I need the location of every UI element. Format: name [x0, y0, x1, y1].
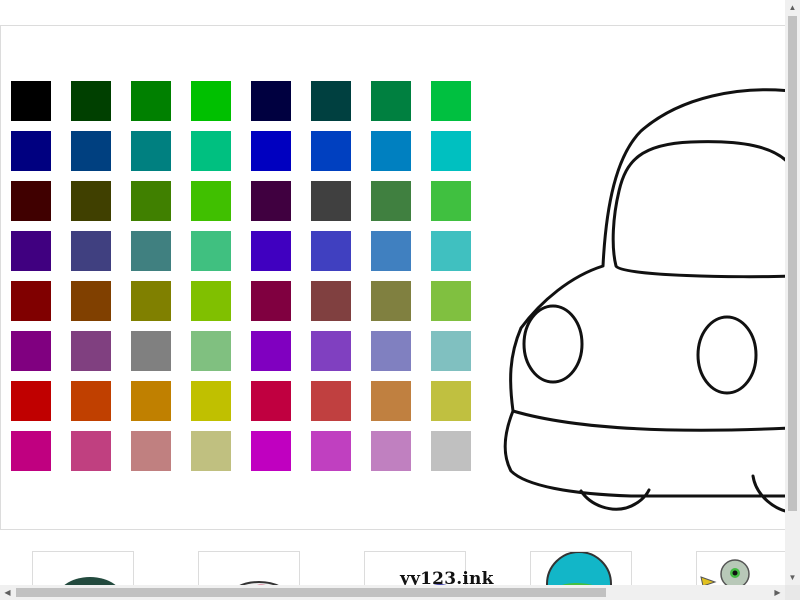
color-swatch[interactable] — [251, 281, 291, 321]
vertical-scrollbar[interactable]: ▲ ▼ — [785, 0, 800, 585]
color-swatch[interactable] — [11, 231, 51, 271]
thumbnail-1[interactable] — [32, 551, 134, 586]
arrow-right-icon[interactable]: ▶ — [770, 585, 785, 600]
thumbnail-3[interactable] — [364, 551, 466, 586]
color-swatch[interactable] — [191, 381, 231, 421]
color-swatch[interactable] — [311, 381, 351, 421]
color-swatch[interactable] — [131, 331, 171, 371]
color-swatch[interactable] — [191, 81, 231, 121]
color-swatch[interactable] — [251, 181, 291, 221]
color-swatch[interactable] — [131, 181, 171, 221]
color-swatch[interactable] — [11, 81, 51, 121]
color-swatch[interactable] — [131, 431, 171, 471]
color-swatch[interactable] — [71, 331, 111, 371]
color-swatch[interactable] — [71, 281, 111, 321]
horizontal-scroll-thumb[interactable] — [16, 588, 606, 597]
car-bumper — [511, 409, 785, 432]
color-swatch[interactable] — [371, 131, 411, 171]
color-swatch[interactable] — [431, 131, 471, 171]
thumbnail-strip — [0, 531, 785, 586]
vertical-scroll-thumb[interactable] — [788, 16, 797, 511]
color-swatch[interactable] — [131, 231, 171, 271]
color-swatch[interactable] — [431, 81, 471, 121]
color-swatch[interactable] — [71, 181, 111, 221]
thumbnail-4[interactable] — [530, 551, 632, 586]
color-swatch[interactable] — [311, 231, 351, 271]
color-swatch[interactable] — [431, 331, 471, 371]
color-swatch[interactable] — [11, 381, 51, 421]
color-swatch[interactable] — [251, 381, 291, 421]
color-swatch[interactable] — [11, 331, 51, 371]
color-swatch[interactable] — [431, 181, 471, 221]
color-swatch[interactable] — [191, 431, 231, 471]
color-swatch[interactable] — [131, 81, 171, 121]
color-swatch[interactable] — [71, 231, 111, 271]
color-swatch[interactable] — [11, 281, 51, 321]
color-swatch[interactable] — [71, 81, 111, 121]
thumbnail-2[interactable] — [198, 551, 300, 586]
thumbnail-5[interactable] — [696, 551, 785, 586]
car-wheel-rear — [751, 474, 785, 513]
color-swatch[interactable] — [251, 331, 291, 371]
color-swatch[interactable] — [431, 281, 471, 321]
color-swatch[interactable] — [371, 431, 411, 471]
color-swatch[interactable] — [71, 381, 111, 421]
color-swatch[interactable] — [71, 431, 111, 471]
car-headlight-right — [696, 315, 758, 395]
color-swatch[interactable] — [371, 331, 411, 371]
horizontal-scrollbar[interactable]: ◀ ▶ — [0, 585, 785, 600]
car-coloring-canvas[interactable] — [491, 56, 785, 516]
color-swatch[interactable] — [311, 131, 351, 171]
color-swatch[interactable] — [431, 381, 471, 421]
color-swatch[interactable] — [371, 281, 411, 321]
arrow-up-icon[interactable]: ▲ — [785, 0, 800, 15]
color-swatch[interactable] — [431, 231, 471, 271]
color-swatch[interactable] — [11, 431, 51, 471]
color-swatch[interactable] — [251, 131, 291, 171]
color-swatch[interactable] — [251, 431, 291, 471]
car-window — [611, 140, 785, 279]
color-swatch[interactable] — [371, 231, 411, 271]
car-headlight-left — [522, 304, 584, 384]
color-swatch[interactable] — [131, 381, 171, 421]
color-swatch[interactable] — [11, 131, 51, 171]
color-swatch[interactable] — [311, 81, 351, 121]
arrow-left-icon[interactable]: ◀ — [0, 585, 15, 600]
color-swatch[interactable] — [131, 131, 171, 171]
color-swatch[interactable] — [311, 181, 351, 221]
color-swatch[interactable] — [251, 231, 291, 271]
color-swatch[interactable] — [371, 81, 411, 121]
color-swatch[interactable] — [251, 81, 291, 121]
color-swatch[interactable] — [11, 181, 51, 221]
color-swatch[interactable] — [431, 431, 471, 471]
color-swatch[interactable] — [71, 131, 111, 171]
color-swatch[interactable] — [311, 431, 351, 471]
coloring-panel — [0, 25, 785, 530]
arrow-down-icon[interactable]: ▼ — [785, 570, 800, 585]
color-swatch[interactable] — [191, 331, 231, 371]
color-swatch[interactable] — [131, 281, 171, 321]
color-swatch[interactable] — [311, 281, 351, 321]
color-swatch[interactable] — [311, 331, 351, 371]
color-swatch[interactable] — [191, 231, 231, 271]
color-swatch[interactable] — [191, 131, 231, 171]
color-swatch[interactable] — [191, 181, 231, 221]
color-swatch[interactable] — [371, 381, 411, 421]
scrollbar-corner — [785, 585, 800, 600]
color-swatch[interactable] — [371, 181, 411, 221]
color-swatch[interactable] — [191, 281, 231, 321]
